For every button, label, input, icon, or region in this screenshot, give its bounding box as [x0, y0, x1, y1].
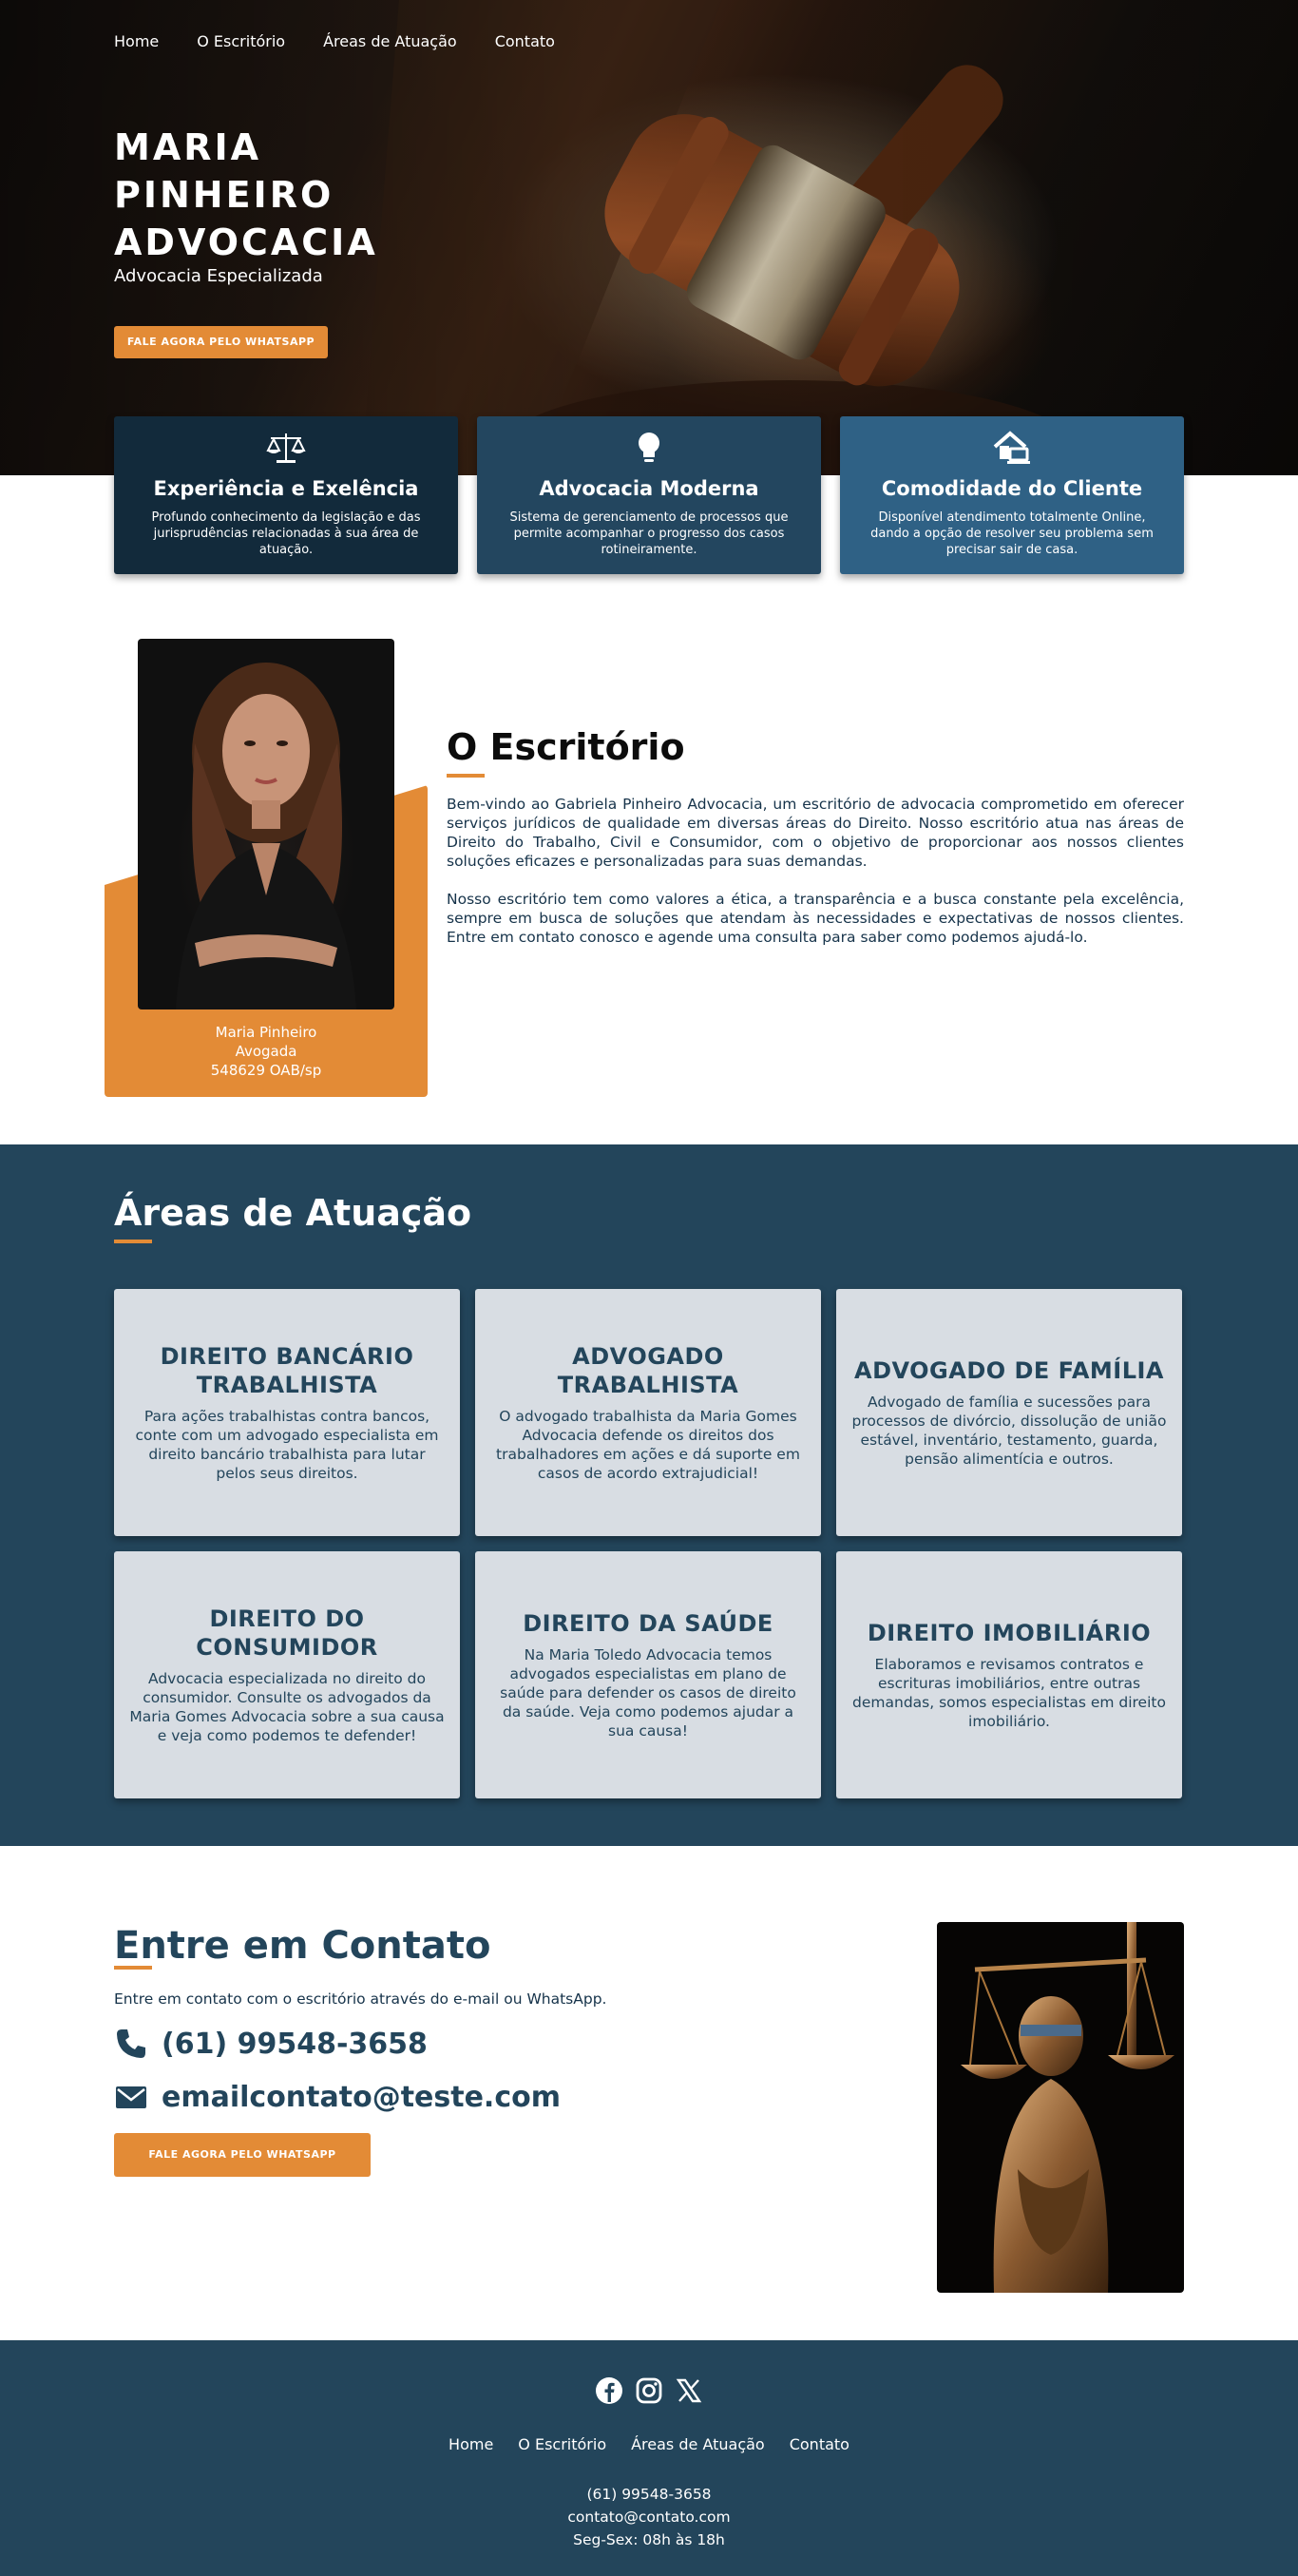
- nav-areas[interactable]: Áreas de Atuação: [323, 32, 457, 50]
- contact-phone-row: (61) 99548-3658: [114, 2027, 428, 2061]
- area-text: Elaboramos e revisamos contratos e escri…: [852, 1656, 1166, 1730]
- area-title: DIREITO BANCÁRIO TRABALHISTA: [160, 1343, 414, 1398]
- area-title: DIREITO IMOBILIÁRIO: [867, 1620, 1152, 1646]
- areas-grid: DIREITO BANCÁRIO TRABALHISTA Para ações …: [114, 1289, 1182, 1798]
- hero-section: Home O Escritório Áreas de Atuação Conta…: [0, 0, 1298, 475]
- area-text: Advocacia especializada no direito do co…: [129, 1670, 445, 1744]
- lawyer-caption: Maria Pinheiro Avogada 548629 OAB/sp: [105, 1023, 428, 1080]
- footer-email: contato@contato.com: [567, 2509, 731, 2526]
- area-card[interactable]: DIREITO IMOBILIÁRIO Elaboramos e revisam…: [836, 1551, 1182, 1798]
- footer-nav-home[interactable]: Home: [449, 2435, 493, 2453]
- area-card[interactable]: ADVOGADO TRABALHISTA O advogado trabalhi…: [475, 1289, 821, 1536]
- lawyer-portrait: [138, 639, 394, 1009]
- hero-whatsapp-button[interactable]: FALE AGORA PELO WHATSAPP: [114, 326, 328, 358]
- facebook-icon[interactable]: [595, 2376, 623, 2405]
- office-title: O Escritório: [447, 726, 685, 768]
- hero-subtitle: Advocacia Especializada: [114, 266, 323, 286]
- contact-intro: Entre em contato com o escritório atravé…: [114, 1990, 607, 2008]
- area-text: O advogado trabalhista da Maria Gomes Ad…: [496, 1408, 800, 1482]
- feature-title: Comodidade do Cliente: [881, 477, 1143, 500]
- contact-email-row: emailcontato@teste.com: [114, 2080, 561, 2114]
- house-laptop-icon: [993, 431, 1030, 464]
- nav-escritorio[interactable]: O Escritório: [197, 32, 285, 50]
- contact-phone[interactable]: (61) 99548-3658: [162, 2028, 428, 2061]
- office-paragraph-2: Nosso escritório tem como valores a étic…: [447, 891, 1184, 946]
- envelope-icon: [116, 2086, 146, 2108]
- lawyer-name: Maria Pinheiro: [215, 1024, 317, 1041]
- area-card[interactable]: DIREITO DA SAÚDE Na Maria Toledo Advocac…: [475, 1551, 821, 1798]
- footer-hours: Seg-Sex: 08h às 18h: [573, 2531, 725, 2548]
- contact-whatsapp-button[interactable]: FALE AGORA PELO WHATSAPP: [114, 2133, 371, 2177]
- hero-title: MARIA PINHEIRO ADVOCACIA: [114, 126, 378, 263]
- areas-title: Áreas de Atuação: [114, 1192, 472, 1234]
- lightbulb-icon: [639, 433, 659, 462]
- areas-section: Áreas de Atuação DIREITO BANCÁRIO TRABAL…: [0, 1144, 1298, 1846]
- area-title: ADVOGADO DE FAMÍLIA: [854, 1357, 1164, 1384]
- area-card[interactable]: DIREITO BANCÁRIO TRABALHISTA Para ações …: [114, 1289, 460, 1536]
- scale-icon: [266, 433, 306, 463]
- title-underline: [114, 1966, 152, 1970]
- area-text: Para ações trabalhistas contra bancos, c…: [135, 1408, 439, 1482]
- justice-statue-image: [937, 1922, 1184, 2293]
- lawyer-oab: 548629 OAB/sp: [210, 1062, 322, 1079]
- lawyer-photo-block: Maria Pinheiro Avogada 548629 OAB/sp: [105, 639, 428, 1097]
- feature-title: Advocacia Moderna: [539, 477, 759, 500]
- area-card[interactable]: ADVOGADO DE FAMÍLIA Advogado de família …: [836, 1289, 1182, 1536]
- footer-nav-contato[interactable]: Contato: [790, 2435, 849, 2453]
- phone-icon: [117, 2029, 145, 2058]
- footer-nav-escritorio[interactable]: O Escritório: [518, 2435, 606, 2453]
- feature-card-experience: Experiência e Exelência Profundo conheci…: [114, 416, 458, 574]
- area-title: DIREITO DA SAÚDE: [523, 1610, 773, 1637]
- x-icon[interactable]: [675, 2376, 703, 2405]
- feature-card-comfort: Comodidade do Cliente Disponível atendim…: [840, 416, 1184, 574]
- footer-info: (61) 99548-3658 contato@contato.com Seg-…: [0, 2483, 1298, 2551]
- area-title: ADVOGADO TRABALHISTA: [557, 1343, 739, 1398]
- social-links: [0, 2376, 1298, 2405]
- feature-text: Disponível atendimento totalmente Online…: [870, 510, 1154, 557]
- top-navigation: Home O Escritório Áreas de Atuação Conta…: [114, 32, 555, 50]
- title-underline: [114, 1240, 152, 1243]
- feature-card-modern: Advocacia Moderna Sistema de gerenciamen…: [477, 416, 821, 574]
- lawyer-role: Avogada: [235, 1043, 297, 1060]
- area-text: Advogado de família e sucessões para pro…: [851, 1394, 1167, 1468]
- footer-nav-areas[interactable]: Áreas de Atuação: [631, 2435, 765, 2453]
- footer-navigation: Home O Escritório Áreas de Atuação Conta…: [0, 2435, 1298, 2453]
- footer-phone: (61) 99548-3658: [586, 2486, 712, 2503]
- area-text: Na Maria Toledo Advocacia temos advogado…: [500, 1646, 796, 1740]
- title-underline: [447, 774, 485, 778]
- feature-title: Experiência e Exelência: [153, 477, 419, 500]
- office-section: Maria Pinheiro Avogada 548629 OAB/sp O E…: [0, 475, 1298, 1144]
- area-card[interactable]: DIREITO DO CONSUMIDOR Advocacia especial…: [114, 1551, 460, 1798]
- contact-email[interactable]: emailcontato@teste.com: [162, 2081, 561, 2114]
- feature-text: Profundo conhecimento da legislação e da…: [151, 510, 421, 557]
- feature-text: Sistema de gerenciamento de processos qu…: [509, 510, 789, 557]
- instagram-icon[interactable]: [635, 2376, 663, 2405]
- office-text: O Escritório Bem-vindo ao Gabriela Pinhe…: [447, 726, 1184, 966]
- area-title: DIREITO DO CONSUMIDOR: [196, 1605, 378, 1661]
- office-paragraph-1: Bem-vindo ao Gabriela Pinheiro Advocacia…: [447, 796, 1184, 870]
- nav-home[interactable]: Home: [114, 32, 159, 50]
- nav-contato[interactable]: Contato: [495, 32, 555, 50]
- contact-section: Entre em Contato Entre em contato com o …: [0, 1846, 1298, 2340]
- contact-title: Entre em Contato: [114, 1924, 491, 1968]
- footer: Home O Escritório Áreas de Atuação Conta…: [0, 2340, 1298, 2576]
